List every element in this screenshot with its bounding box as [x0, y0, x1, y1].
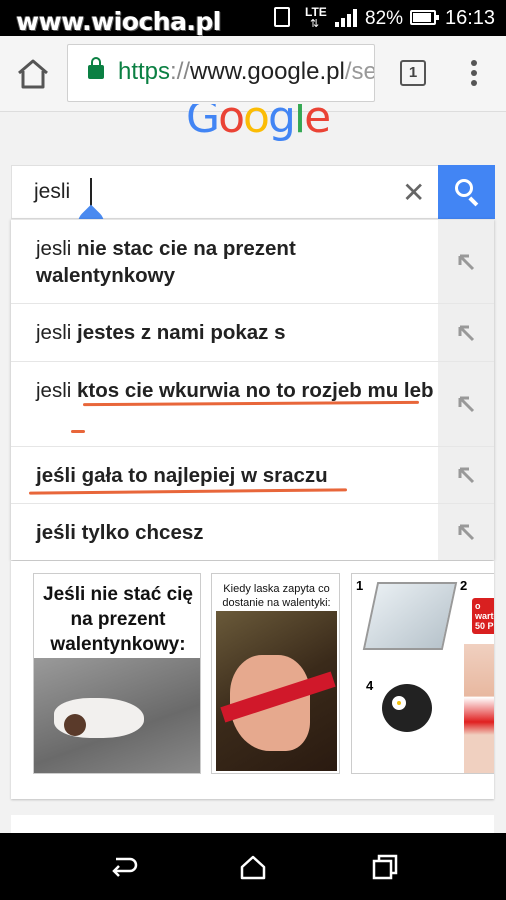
- frying-pan-photo: [382, 684, 432, 732]
- search-input[interactable]: jesli: [34, 180, 70, 204]
- home-button[interactable]: [15, 58, 51, 90]
- fill-query-button[interactable]: [438, 362, 494, 446]
- clear-search-button[interactable]: ✕: [402, 176, 425, 209]
- home-nav-icon[interactable]: [238, 853, 268, 881]
- search-box[interactable]: jesli ✕: [11, 165, 439, 242]
- arrow-up-left-icon: [458, 467, 475, 484]
- fill-query-button[interactable]: [438, 304, 494, 361]
- fill-query-button[interactable]: [438, 504, 494, 560]
- hand-ribbon-photo: [216, 611, 337, 771]
- dog-photo: [34, 658, 200, 773]
- arrow-up-left-icon: [458, 524, 475, 541]
- image-results-card: Jeśli nie stać cię na prezent walentynko…: [11, 561, 494, 799]
- lock-icon: [88, 57, 104, 79]
- recent-apps-icon[interactable]: [370, 853, 400, 881]
- suggestion-item[interactable]: jeśli tylko chcesz: [11, 503, 494, 560]
- overflow-menu-icon[interactable]: [466, 60, 482, 88]
- meme-caption: Kiedy laska zapyta co dostanie na walent…: [222, 583, 331, 609]
- arrow-up-left-icon: [458, 396, 475, 413]
- system-nav-bar: [0, 833, 506, 900]
- google-logo: Google: [186, 104, 330, 142]
- watermark-text: www.wiocha.pl: [16, 7, 221, 36]
- image-thumbnail[interactable]: 1 2 o wartoś 50 PL 4: [351, 573, 494, 774]
- suggestion-item[interactable]: jeśli gała to najlepiej w sraczu: [11, 446, 494, 503]
- battery-icon: [410, 10, 439, 25]
- back-icon[interactable]: [108, 853, 138, 881]
- tab-switcher-button[interactable]: 1: [400, 60, 426, 86]
- annotation-underline: [28, 488, 348, 495]
- browser-toolbar: https://www.google.pl/se 1: [0, 36, 506, 112]
- data-arrows-icon: ⇅: [310, 18, 320, 30]
- search-button[interactable]: [438, 165, 495, 219]
- vibrate-icon: [274, 7, 290, 27]
- text-cursor: [90, 178, 92, 206]
- image-thumbnail[interactable]: Jeśli nie stać cię na prezent walentynko…: [33, 573, 201, 774]
- suggestion-item[interactable]: jesli ktos cie wkurwia no to rozjeb mu l…: [11, 361, 494, 446]
- fill-query-button[interactable]: [438, 220, 494, 303]
- suggestion-item[interactable]: jesli jestes z nami pokaz s: [11, 303, 494, 361]
- home-icon: [18, 59, 48, 89]
- arrow-up-left-icon: [458, 325, 475, 341]
- url-text: https://www.google.pl/se: [118, 58, 375, 85]
- suggestion-item[interactable]: jesli nie stac cie na prezent walentynko…: [11, 219, 494, 303]
- bathroom-scale-photo: [362, 582, 458, 650]
- costume-photo: [464, 644, 494, 773]
- arrow-up-left-icon: [458, 254, 475, 270]
- price-badge: o wartoś 50 PL: [472, 598, 494, 634]
- fill-query-button[interactable]: [438, 447, 494, 503]
- clock: 16:13: [445, 7, 496, 29]
- url-bar[interactable]: https://www.google.pl/se: [67, 44, 375, 102]
- image-thumbnail[interactable]: Kiedy laska zapyta co dostanie na walent…: [211, 573, 340, 774]
- status-bar: www.wiocha.pl LTE ⇅ 82% 16:13: [0, 0, 506, 36]
- meme-caption: Jeśli nie stać cię na prezent walentynko…: [43, 584, 193, 655]
- annotation-underline: [71, 430, 85, 433]
- battery-percent: 82%: [365, 8, 404, 29]
- suggestion-list: jesli nie stac cie na prezent walentynko…: [11, 219, 494, 560]
- search-icon: [455, 179, 473, 197]
- signal-icon: [335, 9, 359, 27]
